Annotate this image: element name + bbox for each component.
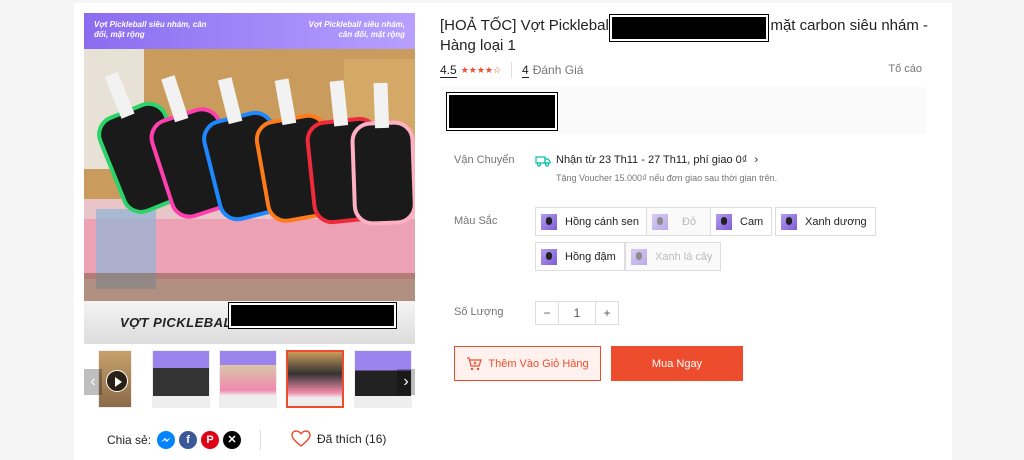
add-to-cart-label: Thêm Vào Giỏ Hàng: [488, 357, 589, 370]
option-thumbnail: [716, 213, 732, 230]
share-label: Chia sẻ:: [107, 433, 152, 447]
color-option[interactable]: Xanh dương: [775, 207, 876, 236]
shipping-main-text: Nhận từ 23 Th11 - 27 Th11, phí giao 0₫: [556, 154, 748, 166]
star-rating: ★★★★☆: [460, 64, 502, 75]
review-label: Đánh Giá: [532, 63, 584, 77]
chevron-right-icon: ›: [403, 373, 409, 390]
color-option[interactable]: Hồng cánh sen: [535, 207, 648, 236]
facebook-icon[interactable]: f: [179, 431, 198, 449]
option-thumbnail: [541, 213, 557, 230]
x-icon[interactable]: ✕: [223, 431, 242, 449]
redaction-box: [446, 92, 558, 131]
heart-icon: [291, 430, 311, 447]
shipping-voucher-note: Tặng Voucher 15.000₫ nếu đơn giao sau th…: [556, 173, 778, 183]
like-button[interactable]: Đã thích (16): [291, 430, 386, 448]
thumbnail-strip: ‹ ›: [84, 348, 415, 410]
prev-thumbnail-button[interactable]: ‹: [84, 369, 102, 395]
option-label: Hồng cánh sen: [565, 215, 639, 228]
banner-text-right: Vợt Pickleball siêu nhám, cân đối, mặt r…: [308, 20, 405, 39]
main-product-image[interactable]: Vợt Pickleball siêu nhám, cân đối, mặt r…: [84, 13, 415, 344]
quantity-stepper: − 1 +: [535, 301, 619, 325]
option-thumbnail: [781, 213, 797, 230]
option-thumbnail: [541, 248, 557, 265]
messenger-icon[interactable]: [157, 431, 176, 449]
color-option[interactable]: Cam: [710, 207, 773, 236]
quantity-input[interactable]: 1: [558, 302, 596, 324]
share-divider: [260, 430, 261, 450]
shipping-label: Vận Chuyển: [454, 154, 515, 166]
shipping-estimate[interactable]: Nhận từ 23 Th11 - 27 Th11, phí giao 0₫ ›: [556, 154, 758, 166]
decrease-button[interactable]: −: [536, 302, 558, 324]
option-label: Xanh dương: [805, 215, 867, 228]
option-label: Đỏ: [682, 215, 697, 228]
next-thumbnail-button[interactable]: ›: [397, 369, 415, 395]
buy-now-label: Mua Ngay: [651, 357, 703, 370]
review-count[interactable]: 4: [522, 63, 529, 78]
truck-icon: [535, 156, 551, 167]
rating-value[interactable]: 4.5: [440, 63, 457, 78]
share-row: Chia sẻ: f P ✕: [107, 430, 245, 450]
option-label: Hồng đậm: [565, 250, 616, 263]
chevron-left-icon: ‹: [90, 373, 96, 390]
rating-row: 4.5 ★★★★☆ 4 Đánh Giá Tố cáo: [440, 62, 926, 78]
option-label: Cam: [740, 215, 764, 228]
thumbnail[interactable]: [152, 350, 210, 408]
quantity-label: Số Lượng: [454, 306, 504, 318]
color-option-disabled: Xanh lá cây: [625, 242, 722, 271]
increase-button[interactable]: +: [596, 302, 618, 324]
color-label: Màu Sắc: [454, 215, 498, 227]
like-label: Đã thích (16): [317, 432, 387, 446]
report-link[interactable]: Tố cáo: [888, 63, 922, 75]
thumbnail[interactable]: [219, 350, 277, 408]
option-thumbnail: [652, 213, 668, 230]
redaction-box: [228, 302, 397, 329]
rating-divider: [511, 62, 513, 78]
image-banner: Vợt Pickleball siêu nhám, cân đối, mặt r…: [84, 13, 415, 49]
add-to-cart-button[interactable]: Thêm Vào Giỏ Hàng: [454, 346, 601, 381]
option-label: Xanh lá cây: [655, 250, 713, 263]
color-option-disabled: Đỏ: [646, 207, 712, 236]
chevron-right-icon: ›: [754, 154, 759, 166]
product-photo: [84, 49, 415, 301]
banner-text-left: Vợt Pickleball siêu nhám, cân đối, mặt r…: [94, 20, 207, 39]
cart-icon: [467, 356, 483, 370]
title-part-1: [HOẢ TỐC] Vợt Pickleball: [440, 17, 613, 34]
redaction-box: [609, 14, 769, 42]
caption-text: VỢT PICKLEBALL: [120, 315, 241, 330]
thumbnail-active[interactable]: [286, 350, 344, 408]
paddles-illustration: [84, 49, 415, 301]
play-icon[interactable]: [106, 370, 128, 392]
pinterest-icon[interactable]: P: [201, 431, 220, 449]
buy-now-button[interactable]: Mua Ngay: [611, 346, 743, 381]
color-option[interactable]: Hồng đậm: [535, 242, 625, 271]
option-thumbnail: [631, 248, 647, 265]
